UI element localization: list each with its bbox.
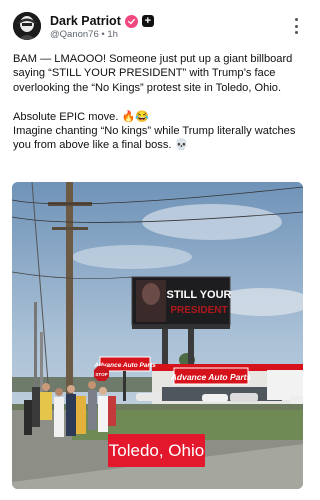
post-time: 1h (107, 29, 118, 40)
billboard-line-2: PRESIDENT (170, 305, 227, 316)
post-card: Dark Patriot + @Qanon76 • 1h BAM — LMAOO… (0, 0, 315, 500)
avatar-image (13, 12, 41, 40)
post-text: BAM — LMAOOO! Someone just put up a gian… (13, 52, 303, 153)
avatar[interactable] (13, 12, 41, 40)
separator-dot: • (101, 29, 105, 40)
post-video[interactable]: STILL YOUR PRESIDENT Advance Auto Parts (12, 182, 303, 489)
more-options-icon[interactable] (293, 18, 299, 34)
stop-sign-text: STOP (95, 372, 107, 377)
author-row: Dark Patriot + (50, 13, 154, 29)
author-name[interactable]: Dark Patriot (50, 14, 121, 28)
video-caption: Toledo, Ohio (108, 434, 205, 467)
verified-check-icon (124, 14, 138, 28)
post-paragraph: Absolute EPIC move. 🔥😂 (13, 110, 150, 123)
post-paragraph: BAM — LMAOOO! Someone just put up a gian… (13, 53, 293, 94)
store-sign: Advance Auto Parts (170, 372, 252, 382)
handle-row: @Qanon76 • 1h (50, 29, 118, 40)
billboard-line-1: STILL YOUR (167, 289, 232, 301)
plus-badge-icon: + (141, 15, 154, 27)
author-handle[interactable]: @Qanon76 (50, 29, 99, 40)
post-paragraph: Imagine chanting “No kings” while Trump … (13, 125, 296, 152)
